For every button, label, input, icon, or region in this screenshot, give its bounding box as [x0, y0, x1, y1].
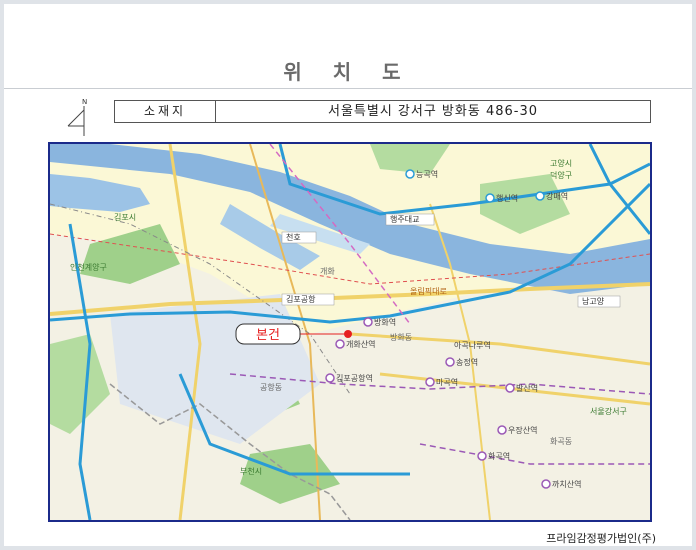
station-label: 방화역	[374, 317, 396, 327]
station-label: 마곡역	[436, 377, 458, 387]
station-label: 송정역	[456, 357, 478, 367]
road-label: 천호	[286, 232, 301, 242]
location-address: 서울특별시 강서구 방화동 486-30	[327, 104, 538, 119]
document-page: 위 치 도 N 소재지 서울특별시 강서구 방화동 486-30 방화역 개화산…	[4, 4, 692, 546]
station-label: 김포공항역	[336, 373, 373, 383]
station-label: 능곡역	[416, 169, 438, 179]
place-label: 덕양구	[550, 170, 572, 180]
station-label: 발산역	[516, 383, 538, 393]
place-label: 화곡동	[550, 437, 572, 446]
place-label: 공항동	[260, 383, 282, 392]
place-label: 고양시	[550, 159, 572, 168]
station-label: 아곡나루역	[454, 340, 491, 350]
road-label: 올림픽대로	[410, 286, 447, 296]
place-label: 서울강서구	[590, 406, 627, 416]
company-footer: 프라임감정평가법인(주)	[546, 532, 656, 545]
road-label: 김포공항	[286, 294, 316, 304]
station-label: 개화산역	[346, 339, 375, 349]
subject-label: 본건	[256, 328, 280, 343]
place-label: 개화	[320, 266, 335, 276]
station-label: 화곡역	[488, 451, 510, 461]
north-letter: N	[82, 98, 87, 106]
station-label: 까치산역	[552, 479, 581, 489]
road-label: 행주대교	[390, 214, 419, 224]
page-title: 위 치 도	[283, 60, 413, 84]
place-label: 김포시	[114, 212, 136, 222]
place-label: 방화동	[390, 332, 412, 342]
location-label: 소재지	[115, 101, 216, 122]
location-map[interactable]: 방화역 개화산역 김포공항역 송정역 마곡역 발산역 아곡나루역 우장산역 화곡…	[48, 142, 652, 522]
station-label: 행신역	[496, 193, 518, 203]
north-arrow-icon: N	[64, 96, 92, 140]
subject-marker-icon	[344, 330, 352, 338]
place-label: 부천시	[240, 466, 262, 476]
road-label: 남고양	[582, 297, 605, 306]
location-table: 소재지 서울특별시 강서구 방화동 486-30	[114, 100, 651, 123]
station-label: 우장산역	[508, 425, 537, 435]
title-divider	[4, 88, 692, 89]
station-label: 강매역	[546, 191, 568, 201]
place-label: 인천계양구	[70, 262, 107, 272]
